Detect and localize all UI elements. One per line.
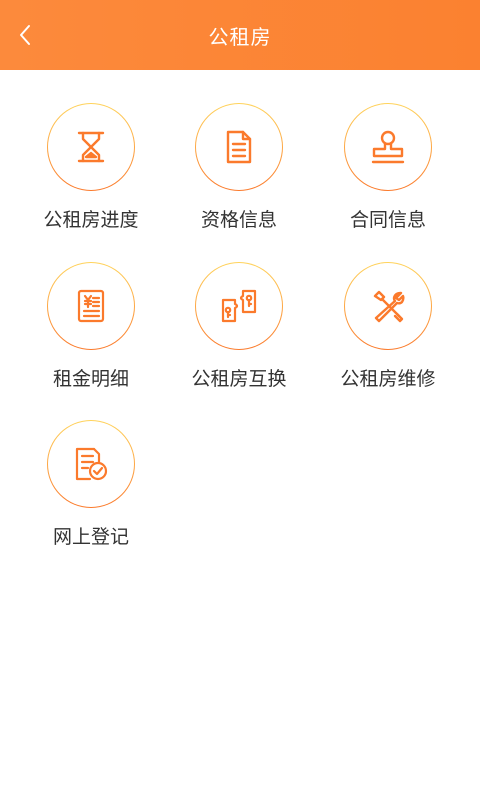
menu-item-qualification[interactable]: 资格信息 [164,103,314,243]
key-exchange-icon [221,289,257,323]
stamp-icon [371,130,405,164]
app-header: 公租房 [0,0,480,70]
icon-circle [195,103,283,191]
menu-item-label: 合同信息 [349,209,426,231]
service-grid: 公租房进度 资格信息 合同信息 租金明细 公租房互换 公租房维修 网上登记 [0,70,480,800]
document-icon [226,130,252,164]
icon-circle [47,420,135,508]
icon-circle [344,262,432,350]
menu-item-housing-repair[interactable]: 公租房维修 [313,262,463,402]
menu-item-rental-progress[interactable]: 公租房进度 [16,103,166,243]
menu-item-label: 租金明细 [52,368,129,390]
menu-item-label: 公租房维修 [340,368,436,390]
icon-circle [47,103,135,191]
icon-circle [344,103,432,191]
menu-item-online-registration[interactable]: 网上登记 [16,420,166,560]
menu-item-contract[interactable]: 合同信息 [313,103,463,243]
icon-circle [195,262,283,350]
yuan-bill-icon [77,289,105,323]
icon-circle [47,262,135,350]
tools-icon [373,290,405,323]
menu-item-housing-exchange[interactable]: 公租房互换 [164,262,314,402]
menu-item-label: 网上登记 [52,526,129,548]
menu-item-label: 公租房进度 [43,209,139,231]
checked-form-icon [75,447,108,481]
menu-item-label: 资格信息 [200,209,277,231]
menu-item-label: 公租房互换 [191,368,287,390]
menu-item-rent-detail[interactable]: 租金明细 [16,262,166,402]
hourglass-icon [77,131,105,163]
page-title: 公租房 [208,24,272,49]
